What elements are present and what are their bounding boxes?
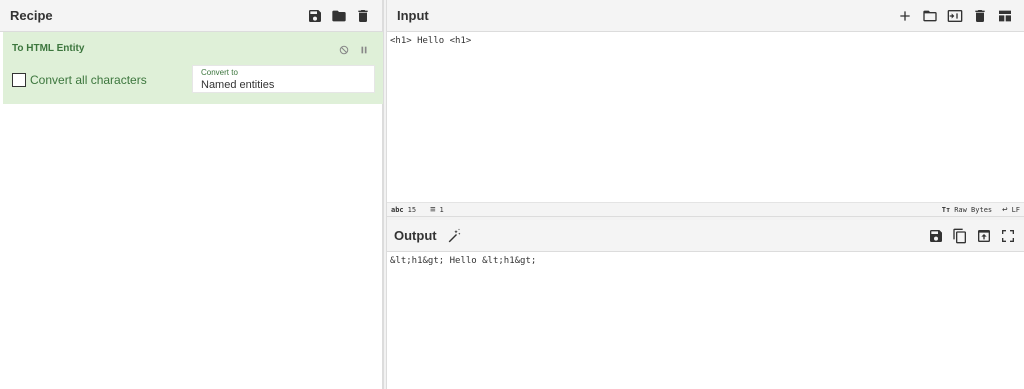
input-header: Input (387, 0, 1024, 32)
pause-operation-icon[interactable] (359, 42, 369, 60)
encoding-selector[interactable]: Tт Raw Bytes (942, 205, 992, 215)
clear-recipe-trash-icon[interactable] (354, 7, 372, 25)
lines-icon: ≡ (430, 204, 436, 215)
eol-return-icon: ↩ (1002, 204, 1008, 215)
input-title: Input (397, 8, 429, 23)
input-text-area[interactable]: <h1> Hello <h1> (387, 32, 1024, 202)
text-format-icon: Tт (941, 205, 951, 214)
input-lines-stat: ≡ 1 (430, 205, 444, 215)
magic-wand-icon[interactable] (445, 227, 463, 245)
maximise-output-icon[interactable] (999, 227, 1017, 245)
disable-operation-icon[interactable] (339, 42, 349, 60)
copy-output-icon[interactable] (951, 227, 969, 245)
convert-to-value: Named entities (201, 79, 275, 91)
convert-all-characters-option[interactable]: Convert all characters (12, 73, 147, 87)
open-folder-icon[interactable] (921, 7, 939, 25)
load-recipe-folder-icon[interactable] (330, 7, 348, 25)
operation-to-html-entity[interactable]: To HTML Entity Convert all characters Co… (3, 32, 383, 104)
operation-title: To HTML Entity (12, 43, 85, 54)
input-lines-value: 1 (439, 205, 444, 214)
convert-to-label: Convert to (201, 68, 238, 77)
recipe-header: Recipe (0, 0, 382, 32)
clear-input-trash-icon[interactable] (971, 7, 989, 25)
replace-input-with-output-icon[interactable] (975, 227, 993, 245)
encoding-value: Raw Bytes (954, 205, 993, 214)
output-title: Output (394, 228, 437, 243)
save-output-icon[interactable] (927, 227, 945, 245)
input-length-stat: abc 15 (391, 206, 416, 214)
convert-to-select[interactable]: Convert to Named entities (192, 65, 375, 93)
convert-all-characters-checkbox[interactable] (12, 73, 26, 87)
eol-value: LF (1011, 205, 1020, 214)
eol-selector[interactable]: ↩ LF (1002, 205, 1020, 215)
input-length-value: 15 (407, 205, 417, 214)
output-header: Output (387, 220, 1024, 252)
reset-layout-icon[interactable] (996, 7, 1014, 25)
open-file-input-icon[interactable] (946, 7, 964, 25)
add-tab-plus-icon[interactable] (896, 7, 914, 25)
input-status-bar: abc 15 ≡ 1 Tт Raw Bytes ↩ LF (387, 202, 1024, 216)
io-pane: Input <h1> Hello <h1> abc 15 ≡ 1 Tт Raw … (387, 0, 1024, 389)
convert-all-characters-label: Convert all characters (30, 73, 147, 87)
recipe-pane: Recipe To HTML Entity Convert all charac… (0, 0, 383, 389)
save-recipe-icon[interactable] (306, 7, 324, 25)
output-text-area[interactable]: &lt;h1&gt; Hello &lt;h1&gt; (387, 252, 1024, 389)
length-abc-icon: abc (391, 205, 404, 214)
recipe-title: Recipe (10, 8, 53, 23)
